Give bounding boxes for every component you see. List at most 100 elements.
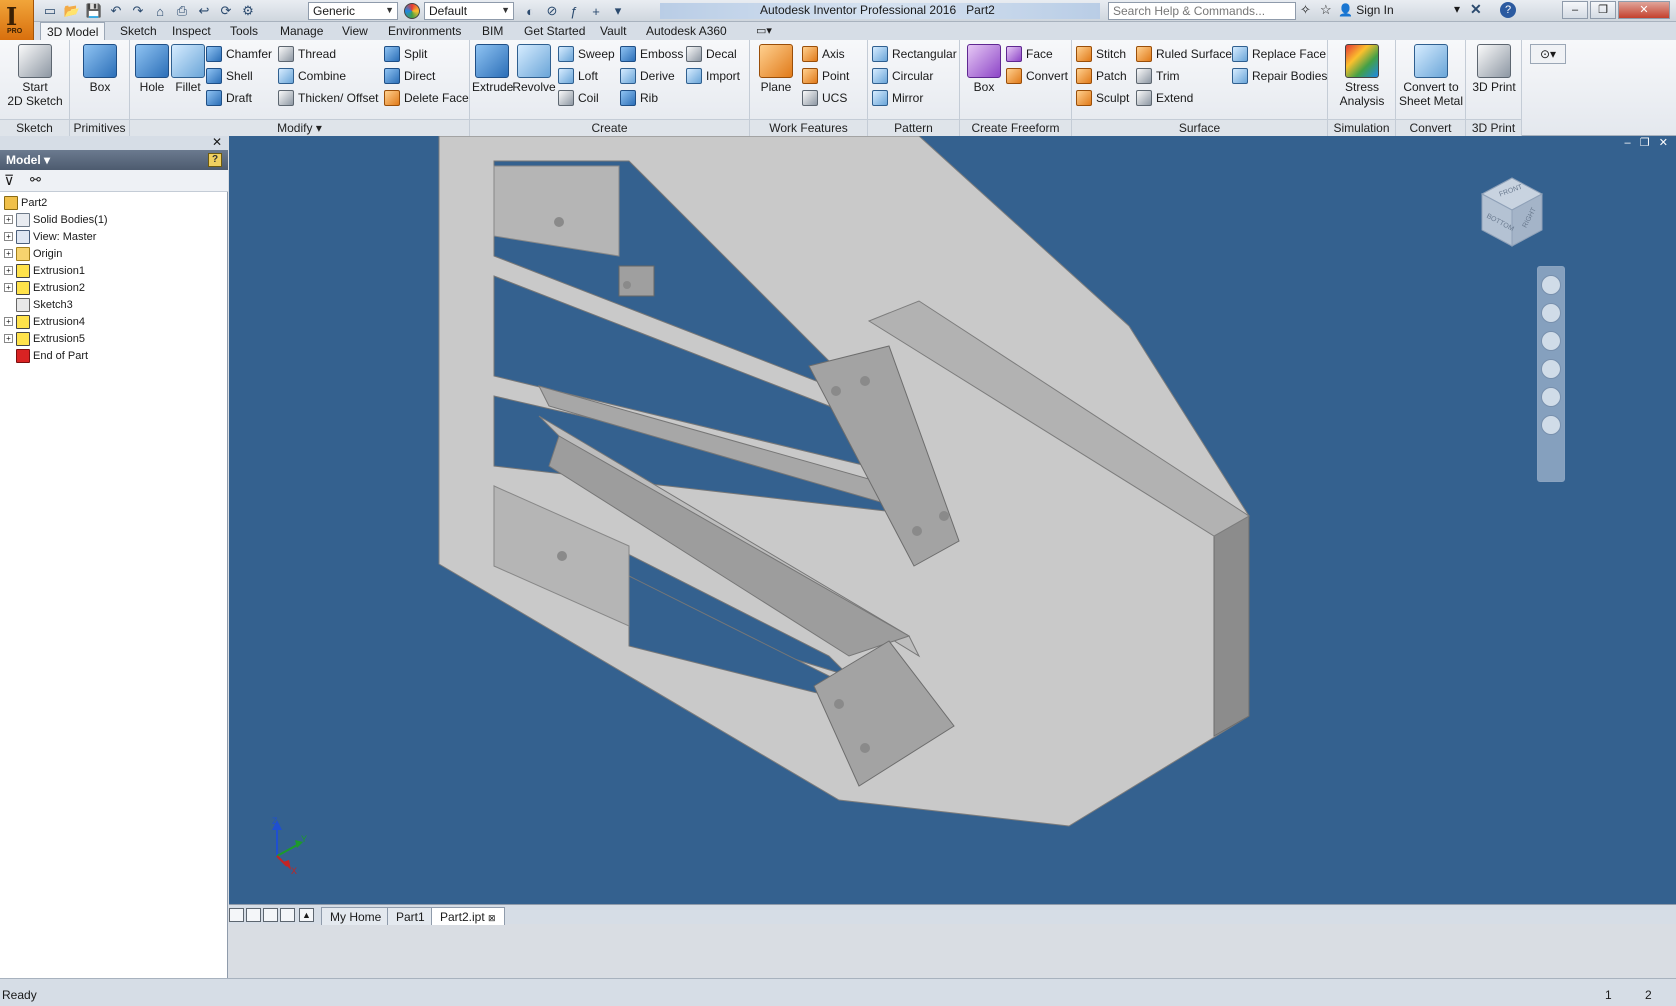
undo-icon[interactable]: ↶	[106, 2, 126, 20]
tab-manage[interactable]: Manage	[274, 22, 329, 40]
look-at-icon[interactable]	[1541, 415, 1561, 435]
tab-list-icon[interactable]: ▲	[299, 908, 314, 922]
tile-icon[interactable]	[229, 908, 244, 922]
browser-title-bar[interactable]: Model ▾ ?	[0, 150, 228, 170]
fx-icon[interactable]: ƒ	[564, 2, 584, 20]
ribbon-options-icon[interactable]: ▭▾	[756, 24, 772, 37]
arrange-vertical-icon[interactable]	[280, 908, 295, 922]
adjust-icon[interactable]: ◐	[520, 2, 540, 20]
customize-icon[interactable]: ▾	[608, 2, 628, 20]
sweep-button[interactable]: Sweep	[558, 44, 615, 64]
redo-icon[interactable]: ↷	[128, 2, 148, 20]
tab-inspect[interactable]: Inspect	[166, 22, 217, 40]
replace-face-button[interactable]: Replace Face	[1232, 44, 1326, 64]
graphics-viewport[interactable]: – ❐ ✕ FRONT BOTTOM RIGHT Z Y X	[229, 136, 1676, 904]
zoom-icon[interactable]	[1541, 331, 1561, 351]
tab-autodesk-a360[interactable]: Autodesk A360	[640, 22, 733, 40]
expand-icon[interactable]: +	[4, 317, 13, 326]
sign-in-link[interactable]: 👤 Sign In	[1338, 3, 1394, 17]
tab-view[interactable]: View	[336, 22, 374, 40]
ucs-button[interactable]: UCS	[802, 88, 847, 108]
loft-button[interactable]: Loft	[558, 66, 598, 86]
orbit-icon[interactable]	[1541, 359, 1561, 379]
trim-button[interactable]: Trim	[1136, 66, 1180, 86]
tree-item[interactable]: + Extrusion4	[4, 313, 85, 330]
pan-icon[interactable]	[1541, 303, 1561, 323]
fillet-button[interactable]: Fillet	[170, 44, 206, 94]
tab-3d-model[interactable]: 3D Model	[40, 22, 106, 40]
doc-tab-part2[interactable]: Part2.ipt ⊠	[431, 907, 505, 925]
arrange-horizontal-icon[interactable]	[263, 908, 278, 922]
draft-button[interactable]: Draft	[206, 88, 252, 108]
tree-item[interactable]: + Extrusion5	[4, 330, 85, 347]
tree-item[interactable]: End of Part	[4, 347, 88, 364]
freeform-box-button[interactable]: Box	[964, 44, 1004, 94]
clear-appearance-icon[interactable]: ⊘	[542, 2, 562, 20]
sculpt-button[interactable]: Sculpt	[1076, 88, 1129, 108]
coil-button[interactable]: Coil	[558, 88, 599, 108]
new-icon[interactable]: ▭	[40, 2, 60, 20]
tree-item[interactable]: + View: Master	[4, 228, 96, 245]
stress-analysis-button[interactable]: Stress Analysis	[1332, 44, 1392, 108]
bracket-model[interactable]	[229, 136, 1676, 904]
patch-button[interactable]: Patch	[1076, 66, 1127, 86]
appearance-combo[interactable]: Default ▼	[424, 2, 514, 20]
rectangular-pattern-button[interactable]: Rectangular	[872, 44, 957, 64]
filter-icon[interactable]: ⊽	[4, 172, 14, 189]
direct-button[interactable]: Direct	[384, 66, 435, 86]
chamfer-button[interactable]: Chamfer	[206, 44, 272, 64]
tab-bim[interactable]: BIM	[476, 22, 509, 40]
star-icon[interactable]: ☆	[1320, 2, 1332, 18]
point-button[interactable]: Point	[802, 66, 849, 86]
steering-wheel-icon[interactable]	[1541, 275, 1561, 295]
thicken-offset-button[interactable]: Thicken/ Offset	[278, 88, 378, 108]
freeform-convert-button[interactable]: Convert	[1006, 66, 1068, 86]
material-combo[interactable]: Generic ▼	[308, 2, 398, 20]
open-icon[interactable]: 📂	[62, 2, 82, 20]
expand-icon[interactable]: +	[4, 232, 13, 241]
revolve-button[interactable]: Revolve	[512, 44, 556, 94]
tab-sketch[interactable]: Sketch	[114, 22, 163, 40]
return-icon[interactable]: ↩	[194, 2, 214, 20]
help-icon[interactable]: ?	[1500, 2, 1516, 18]
delete-face-button[interactable]: Delete Face	[384, 88, 469, 108]
home-icon[interactable]: ⌂	[150, 2, 170, 20]
hole-button[interactable]: Hole	[134, 44, 170, 94]
3d-print-button[interactable]: 3D Print	[1470, 44, 1518, 94]
stitch-button[interactable]: Stitch	[1076, 44, 1126, 64]
binoculars-icon[interactable]: ✧	[1300, 2, 1311, 18]
plane-button[interactable]: Plane	[756, 44, 796, 94]
emboss-button[interactable]: Emboss	[620, 44, 683, 64]
circular-pattern-button[interactable]: Circular	[872, 66, 933, 86]
decal-button[interactable]: Decal	[686, 44, 737, 64]
tree-item[interactable]: + Origin	[4, 245, 62, 262]
update-icon[interactable]: ⟳	[216, 2, 236, 20]
expand-icon[interactable]: +	[4, 283, 13, 292]
print-icon[interactable]: ⎙	[172, 2, 192, 20]
thread-button[interactable]: Thread	[278, 44, 336, 64]
axis-button[interactable]: Axis	[802, 44, 845, 64]
settings-icon[interactable]: ⚙	[238, 2, 258, 20]
extend-button[interactable]: Extend	[1136, 88, 1193, 108]
doc-tab-my-home[interactable]: My Home	[321, 907, 391, 925]
freeform-face-button[interactable]: Face	[1006, 44, 1053, 64]
expand-icon[interactable]: +	[4, 334, 13, 343]
ribbon-expand-button[interactable]: ⊙▾	[1530, 44, 1566, 64]
mirror-button[interactable]: Mirror	[872, 88, 923, 108]
tree-item[interactable]: + Extrusion2	[4, 279, 85, 296]
viewcube[interactable]: FRONT BOTTOM RIGHT	[1477, 174, 1547, 253]
expand-icon[interactable]: +	[4, 215, 13, 224]
save-icon[interactable]: 💾	[84, 2, 104, 20]
ruled-surface-button[interactable]: Ruled Surface	[1136, 44, 1232, 64]
chevron-down-icon[interactable]: ▾	[1454, 2, 1460, 16]
tree-item[interactable]: + Extrusion1	[4, 262, 85, 279]
app-menu-button[interactable]: I PRO	[0, 0, 34, 40]
cascade-icon[interactable]	[246, 908, 261, 922]
tree-item[interactable]: + Solid Bodies(1)	[4, 211, 108, 228]
import-button[interactable]: Import	[686, 66, 740, 86]
exchange-icon[interactable]: ✕	[1470, 1, 1482, 18]
start-2d-sketch-button[interactable]: Start 2D Sketch	[4, 44, 66, 108]
tree-item[interactable]: Part2	[4, 194, 47, 211]
combine-button[interactable]: Combine	[278, 66, 346, 86]
panel-title-modify[interactable]: Modify ▾	[130, 119, 469, 136]
